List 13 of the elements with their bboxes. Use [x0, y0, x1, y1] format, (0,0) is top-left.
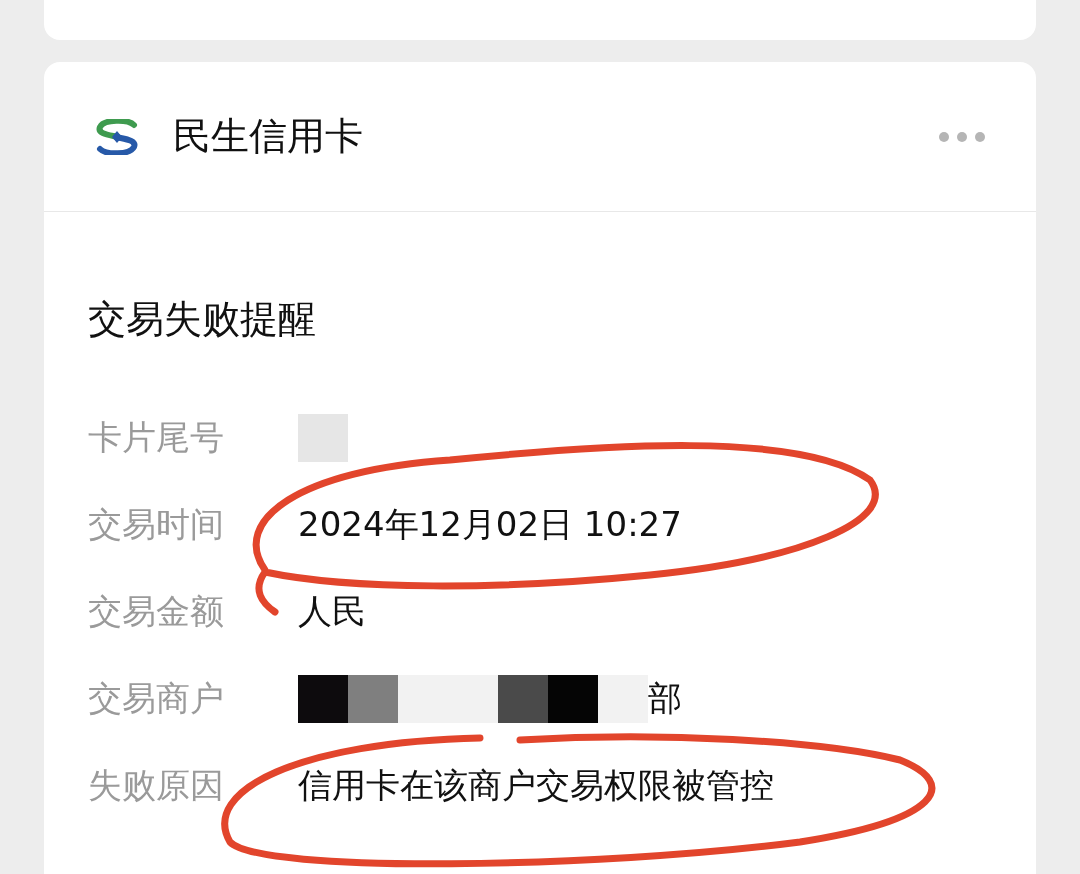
field-label: 交易时间	[88, 503, 225, 546]
field-label: 交易商户	[88, 677, 225, 720]
field-value: 部	[648, 677, 682, 720]
field-value: 人民	[298, 590, 366, 633]
field-label: 交易金额	[88, 590, 225, 633]
bank-logo-icon	[94, 118, 140, 155]
field-value: 2024年12月02日 10:27	[298, 503, 682, 546]
more-icon[interactable]	[938, 130, 986, 143]
field-value: 信用卡在该商户交易权限被管控	[298, 764, 774, 807]
sender-name: 民生信用卡	[173, 113, 363, 160]
field-label: 卡片尾号	[88, 416, 225, 459]
field-label: 失败原因	[88, 764, 225, 807]
notification-title: 交易失败提醒	[88, 296, 317, 343]
